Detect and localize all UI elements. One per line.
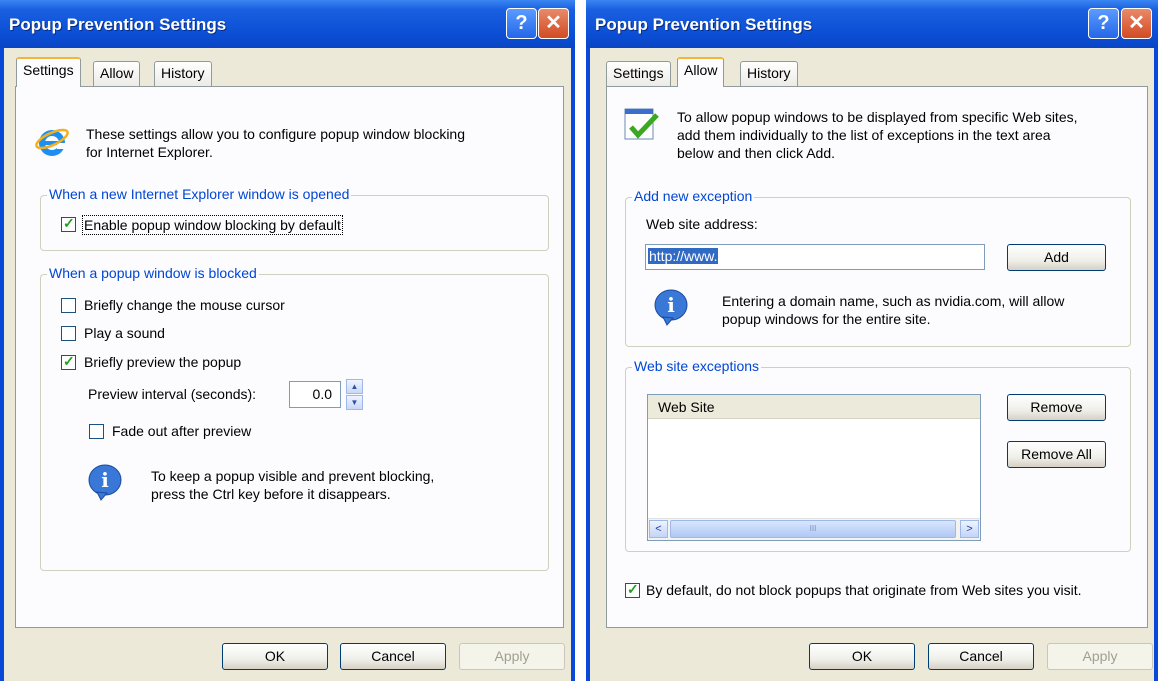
info-icon: i xyxy=(88,464,122,501)
change-cursor-label[interactable]: Briefly change the mouse cursor xyxy=(84,296,285,314)
horizontal-scrollbar[interactable]: < III > xyxy=(648,518,980,540)
remove-all-button[interactable]: Remove All xyxy=(1007,441,1106,468)
title-bar: Popup Prevention Settings ? ✕ xyxy=(0,0,575,48)
default-allow-checkbox[interactable]: ✓ xyxy=(625,581,640,598)
default-allow-label[interactable]: By default, do not block popups that ori… xyxy=(646,581,1082,599)
intro-text-line3: below and then click Add. xyxy=(677,145,835,161)
enable-blocking-checkbox[interactable]: ✓ xyxy=(61,215,76,232)
play-sound-checkbox[interactable] xyxy=(61,326,76,341)
cancel-button[interactable]: Cancel xyxy=(928,643,1034,670)
close-icon[interactable]: ✕ xyxy=(1121,8,1152,39)
svg-text:i: i xyxy=(101,468,109,492)
preview-popup-checkbox[interactable]: ✓ xyxy=(61,353,76,370)
change-cursor-checkbox[interactable] xyxy=(61,298,76,313)
fade-out-checkbox[interactable] xyxy=(89,424,104,439)
add-exception-group: Add new exception Web site address: http… xyxy=(625,188,1131,347)
preview-interval-label: Preview interval (seconds): xyxy=(88,386,257,402)
dialog-body: Settings Allow History To allow popup wi… xyxy=(590,48,1154,681)
allow-panel: To allow popup windows to be displayed f… xyxy=(606,86,1148,628)
scroll-thumb[interactable]: III xyxy=(670,520,956,538)
exceptions-list[interactable]: Web Site < III > xyxy=(647,394,981,541)
remove-button[interactable]: Remove xyxy=(1007,394,1106,421)
spin-down-icon[interactable]: ▼ xyxy=(346,395,363,410)
tip-text-line1: To keep a popup visible and prevent bloc… xyxy=(151,468,435,484)
window-title: Popup Prevention Settings xyxy=(595,15,813,34)
preview-popup-label[interactable]: Briefly preview the popup xyxy=(84,353,241,371)
tab-settings[interactable]: Settings xyxy=(606,61,671,86)
group-label: Web site exceptions xyxy=(632,358,762,374)
add-button[interactable]: Add xyxy=(1007,244,1106,271)
exceptions-group: Web site exceptions Web Site < III > Rem… xyxy=(625,358,1131,552)
help-icon[interactable]: ? xyxy=(1088,8,1119,39)
spin-up-icon[interactable]: ▲ xyxy=(346,379,363,394)
preview-interval-input[interactable]: 0.0 xyxy=(289,381,341,408)
allow-checklist-icon xyxy=(624,108,659,140)
group-label: When a popup window is blocked xyxy=(47,265,259,281)
intro-text-line2: add them individually to the list of exc… xyxy=(677,127,1051,143)
scroll-left-icon[interactable]: < xyxy=(649,520,668,538)
group-label: When a new Internet Explorer window is o… xyxy=(47,186,352,202)
info-text-line1: Entering a domain name, such as nvidia.c… xyxy=(722,293,1065,309)
apply-button[interactable]: Apply xyxy=(459,643,565,670)
dialog-body: Settings Allow History These settings al… xyxy=(4,48,571,681)
tip-text-line2: press the Ctrl key before it disappears. xyxy=(151,486,391,502)
play-sound-label[interactable]: Play a sound xyxy=(84,324,165,342)
tab-history[interactable]: History xyxy=(154,61,212,86)
svg-text:i: i xyxy=(667,293,675,317)
tab-allow[interactable]: Allow xyxy=(677,57,725,87)
tab-allow[interactable]: Allow xyxy=(93,61,141,86)
settings-panel: These settings allow you to configure po… xyxy=(15,86,564,628)
popup-settings-window-right: Popup Prevention Settings ? ✕ Settings A… xyxy=(586,0,1158,681)
title-bar: Popup Prevention Settings ? ✕ xyxy=(586,0,1158,48)
close-icon[interactable]: ✕ xyxy=(538,8,569,39)
group-label: Add new exception xyxy=(632,188,755,204)
popup-settings-window-left: Popup Prevention Settings ? ✕ Settings A… xyxy=(0,0,575,681)
cancel-button[interactable]: Cancel xyxy=(340,643,446,670)
info-text-line2: popup windows for the entire site. xyxy=(722,311,931,327)
intro-text-line1: To allow popup windows to be displayed f… xyxy=(677,109,1078,125)
window-title: Popup Prevention Settings xyxy=(9,15,227,34)
ok-button[interactable]: OK xyxy=(222,643,328,670)
tab-history[interactable]: History xyxy=(740,61,798,86)
address-label: Web site address: xyxy=(646,216,758,232)
apply-button[interactable]: Apply xyxy=(1047,643,1153,670)
tab-settings[interactable]: Settings xyxy=(16,57,81,87)
list-header-web-site[interactable]: Web Site xyxy=(648,395,980,419)
help-icon[interactable]: ? xyxy=(506,8,537,39)
info-icon: i xyxy=(654,289,688,326)
fade-out-label[interactable]: Fade out after preview xyxy=(112,422,251,440)
scroll-right-icon[interactable]: > xyxy=(960,520,979,538)
intro-text-line1: These settings allow you to configure po… xyxy=(86,126,466,142)
address-input[interactable]: http://www. xyxy=(645,244,985,270)
enable-blocking-label[interactable]: Enable popup window blocking by default xyxy=(82,215,343,235)
intro-text-line2: for Internet Explorer. xyxy=(86,144,213,160)
popup-blocked-group: When a popup window is blocked Briefly c… xyxy=(40,265,549,571)
internet-explorer-icon xyxy=(35,128,69,156)
new-window-group: When a new Internet Explorer window is o… xyxy=(40,186,549,251)
ok-button[interactable]: OK xyxy=(809,643,915,670)
